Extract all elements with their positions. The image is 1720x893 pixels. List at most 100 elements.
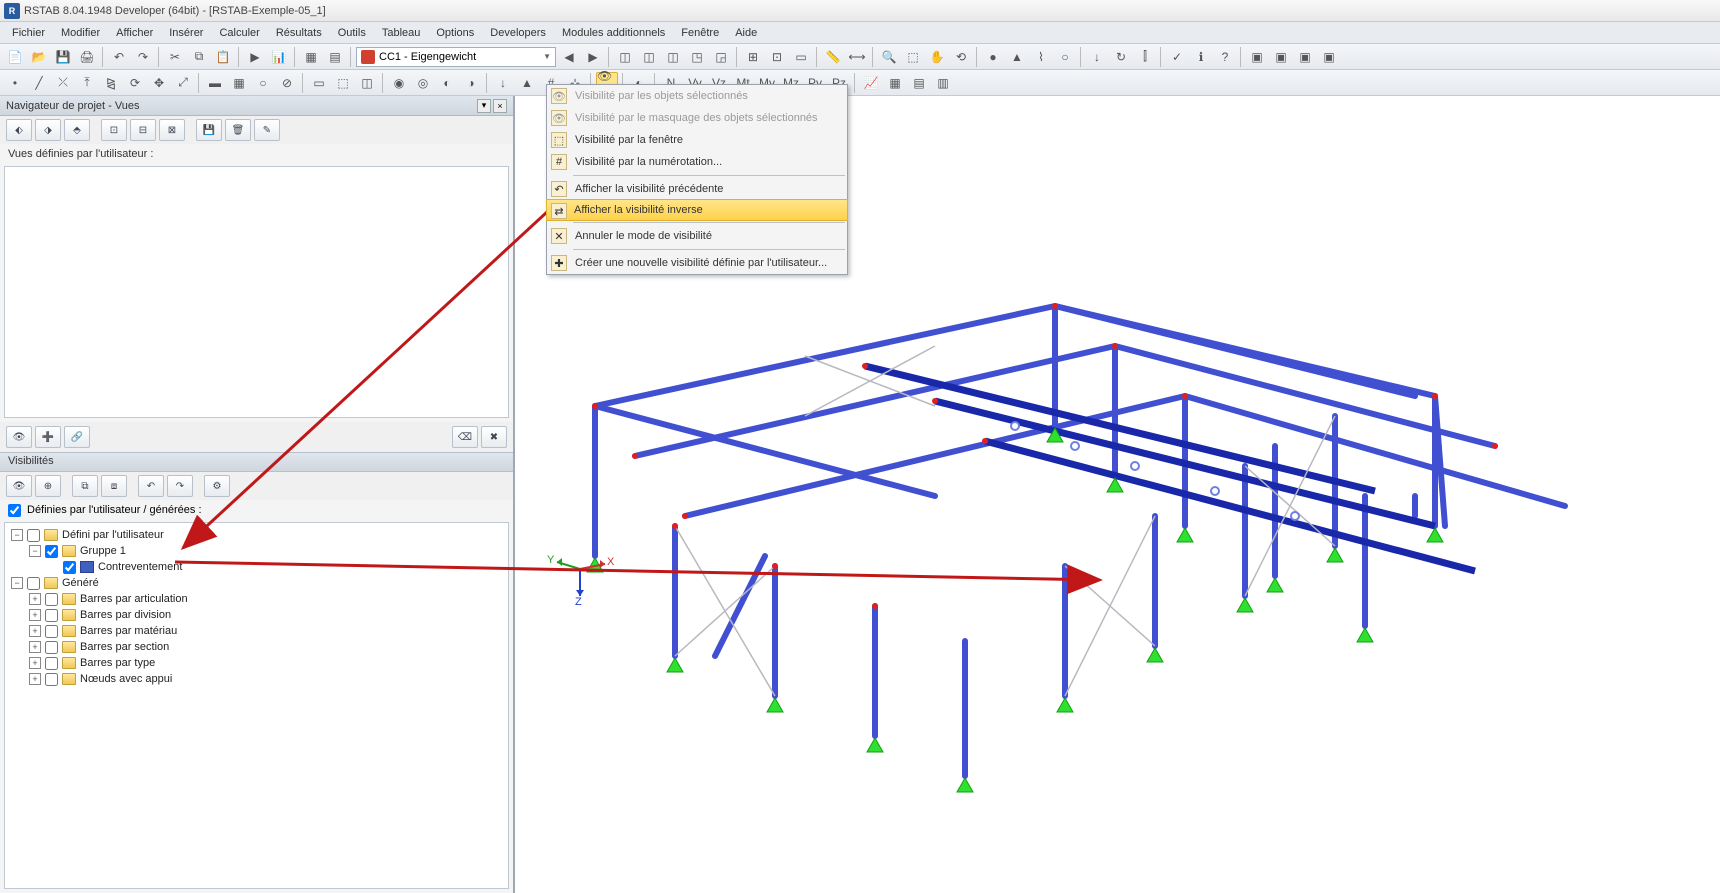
module1-button[interactable]: ▣ xyxy=(1246,46,1268,68)
menu-aide[interactable]: Aide xyxy=(727,25,765,41)
print-button[interactable]: 🖨 xyxy=(76,46,98,68)
vis-btn-2[interactable]: ⊕ xyxy=(35,475,61,497)
eccentricity-button[interactable]: ⊘ xyxy=(276,72,298,94)
support-button[interactable]: ▲ xyxy=(1006,46,1028,68)
view-remove-button[interactable]: ✖ xyxy=(481,426,507,448)
select-line-button[interactable]: ◫ xyxy=(356,72,378,94)
vis-btn-4[interactable]: ⧈ xyxy=(101,475,127,497)
view-save-button[interactable]: 💾 xyxy=(196,119,222,141)
rotate-button[interactable]: ⟲ xyxy=(950,46,972,68)
snap-button[interactable]: ⊡ xyxy=(766,46,788,68)
zoom-window-button[interactable]: ⬚ xyxy=(902,46,924,68)
window-tile2-button[interactable]: ▤ xyxy=(324,46,346,68)
tree-node-item[interactable]: + Barres par division xyxy=(7,607,506,623)
menu-inserer[interactable]: Insérer xyxy=(161,25,211,41)
hinge-button[interactable]: ○ xyxy=(1054,46,1076,68)
view-clear-button[interactable]: ⌫ xyxy=(452,426,478,448)
tree-checkbox[interactable] xyxy=(45,657,58,670)
copy-button[interactable]: ⧉ xyxy=(188,46,210,68)
dimension-button[interactable]: ⟷ xyxy=(846,46,868,68)
tree-node-generated[interactable]: − Généré xyxy=(7,575,506,591)
line-load-button[interactable]: ⫿ xyxy=(1134,46,1156,68)
redo-button[interactable]: ↷ xyxy=(132,46,154,68)
plus-icon[interactable]: + xyxy=(29,657,41,669)
help-button[interactable]: ? xyxy=(1214,46,1236,68)
view-side-button[interactable]: ⊠ xyxy=(159,119,185,141)
next-loadcase-button[interactable]: ▶ xyxy=(582,46,604,68)
module3-button[interactable]: ▣ xyxy=(1294,46,1316,68)
view-top-button[interactable]: ⊡ xyxy=(101,119,127,141)
plus-icon[interactable]: + xyxy=(29,673,41,685)
tree-checkbox[interactable] xyxy=(45,625,58,638)
view-iso3-button[interactable]: ⬘ xyxy=(64,119,90,141)
open-file-button[interactable]: 📂 xyxy=(28,46,50,68)
menu-tableau[interactable]: Tableau xyxy=(374,25,429,41)
grid-button[interactable]: ⊞ xyxy=(742,46,764,68)
cut-button[interactable]: ✂ xyxy=(164,46,186,68)
menu-fenetre[interactable]: Fenêtre xyxy=(673,25,727,41)
material-button[interactable]: ▦ xyxy=(228,72,250,94)
menu-resultats[interactable]: Résultats xyxy=(268,25,330,41)
plus-icon[interactable]: + xyxy=(29,609,41,621)
table-button[interactable]: ▦ xyxy=(884,72,906,94)
dd-item-cancel[interactable]: ✕Annuler le mode de visibilité xyxy=(547,225,847,247)
menu-options[interactable]: Options xyxy=(428,25,482,41)
view-add-button[interactable]: ➕ xyxy=(35,426,61,448)
plus-icon[interactable]: + xyxy=(29,593,41,605)
extend-button[interactable]: ⤒ xyxy=(76,72,98,94)
moment-button[interactable]: ↻ xyxy=(1110,46,1132,68)
load-case-combo[interactable]: CC1 - Eigengewicht ▼ xyxy=(356,47,556,67)
tree-checkbox[interactable] xyxy=(45,545,58,558)
view-link-button[interactable]: 🔗 xyxy=(64,426,90,448)
node-button[interactable]: ● xyxy=(982,46,1004,68)
dd-item-previous[interactable]: ↶Afficher la visibilité précédente xyxy=(547,178,847,200)
view-persp-button[interactable]: ◲ xyxy=(710,46,732,68)
window-tile-button[interactable]: ▦ xyxy=(300,46,322,68)
prev-loadcase-button[interactable]: ◀ xyxy=(558,46,580,68)
force-button[interactable]: ↓ xyxy=(1086,46,1108,68)
tree-checkbox[interactable] xyxy=(45,593,58,606)
zoom-extents-button[interactable]: 🔍 xyxy=(878,46,900,68)
view-iso-button[interactable]: ◳ xyxy=(686,46,708,68)
panel-dropdown-button[interactable]: ▾ xyxy=(477,99,491,113)
node-insert-button[interactable]: • xyxy=(4,72,26,94)
dd-item-create-new[interactable]: ✚Créer une nouvelle visibilité définie p… xyxy=(547,252,847,274)
member-split-button[interactable]: ⤫ xyxy=(52,72,74,94)
pan-button[interactable]: ✋ xyxy=(926,46,948,68)
view-mode4-button[interactable]: ◑ xyxy=(460,72,482,94)
tree-checkbox[interactable] xyxy=(45,609,58,622)
view-iso1-button[interactable]: ⬖ xyxy=(6,119,32,141)
view-xz-button[interactable]: ◫ xyxy=(638,46,660,68)
select-button[interactable]: ▭ xyxy=(308,72,330,94)
calc-button[interactable]: ▶ xyxy=(244,46,266,68)
plus-icon[interactable]: + xyxy=(29,641,41,653)
tree-node-contreventement[interactable]: Contreventement xyxy=(7,559,506,575)
vis-btn-6[interactable]: ↷ xyxy=(167,475,193,497)
undo-button[interactable]: ↶ xyxy=(108,46,130,68)
visibility-filter-checkbox[interactable] xyxy=(8,504,21,517)
module4-button[interactable]: ▣ xyxy=(1318,46,1340,68)
minus-icon[interactable]: − xyxy=(11,577,23,589)
select-special-button[interactable]: ⬚ xyxy=(332,72,354,94)
vis-btn-3[interactable]: ⧉ xyxy=(72,475,98,497)
tree-checkbox[interactable] xyxy=(27,577,40,590)
show-supports-button[interactable]: ▲ xyxy=(516,72,538,94)
paste-button[interactable]: 📋 xyxy=(212,46,234,68)
view-mode3-button[interactable]: ◐ xyxy=(436,72,458,94)
menu-calculer[interactable]: Calculer xyxy=(211,25,267,41)
dd-item-by-numbering[interactable]: #Visibilité par la numérotation... xyxy=(547,151,847,173)
results-button[interactable]: 📊 xyxy=(268,46,290,68)
spring-button[interactable]: ⌇ xyxy=(1030,46,1052,68)
rotate-copy-button[interactable]: ⟳ xyxy=(124,72,146,94)
panel-close-button[interactable]: × xyxy=(493,99,507,113)
tree-checkbox[interactable] xyxy=(45,641,58,654)
scale-button[interactable]: ⤢ xyxy=(172,72,194,94)
view-apply-button[interactable]: 👁 xyxy=(6,426,32,448)
legend-button[interactable]: ▥ xyxy=(932,72,954,94)
show-loads-button[interactable]: ↓ xyxy=(492,72,514,94)
tree-checkbox[interactable] xyxy=(45,673,58,686)
dd-item-by-selected[interactable]: 👁Visibilité par les objets sélectionnés xyxy=(547,85,847,107)
minus-icon[interactable]: − xyxy=(29,545,41,557)
tree-checkbox[interactable] xyxy=(63,561,76,574)
vis-btn-7[interactable]: ⚙ xyxy=(204,475,230,497)
